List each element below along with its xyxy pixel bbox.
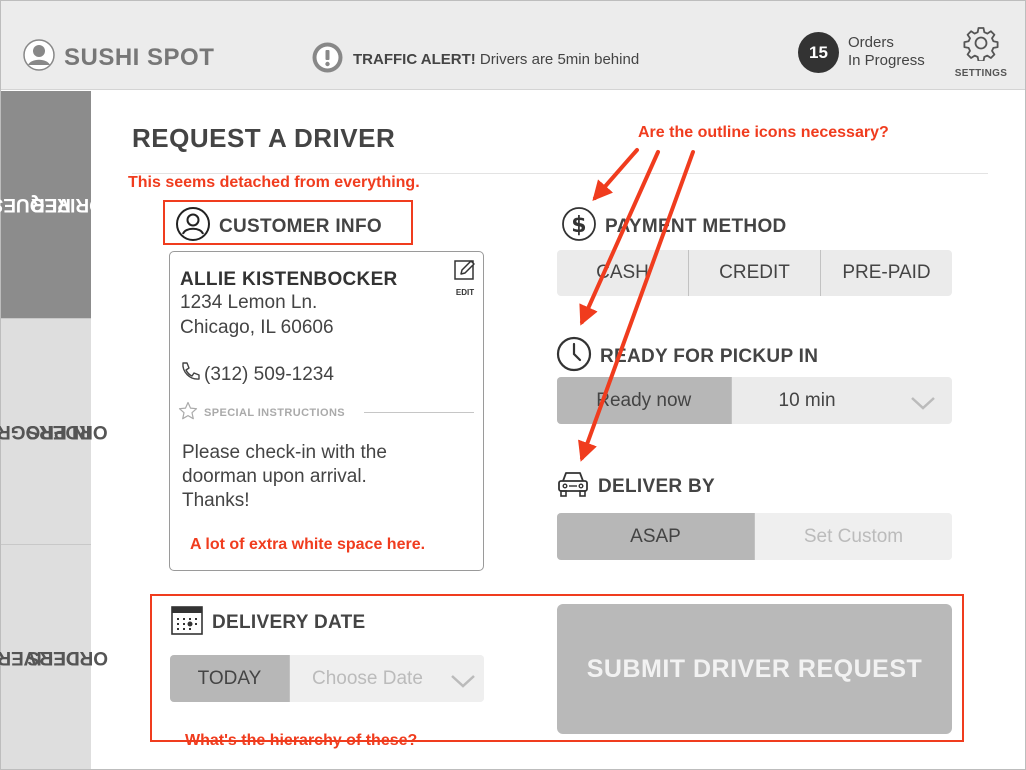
deliver-by-heading: DELIVER BY [556,468,715,506]
brand: SUSHI SPOT [23,39,214,76]
sidebar-nav: REQUESTDRIVER IN PROGRESSORDERS DELIVERE… [0,91,108,769]
annotation-detached: This seems detached from everything. [128,174,420,191]
header-bar: SUSHI SPOT TRAFFIC ALERT! Drivers are 5m… [1,1,1025,90]
orders-in-progress-label[interactable]: Orders In Progress [848,34,925,70]
annotation-hierarchy: What's the hierarchy of these? [185,732,418,749]
alert-message: Drivers are 5min behind [475,51,640,68]
pickup-time-dropdown[interactable]: 10 min [730,377,953,424]
brand-name: SUSHI SPOT [64,43,215,71]
payment-option-prepaid[interactable]: PRE-PAID [820,250,952,296]
pickup-ready-now-option[interactable]: Ready now [557,377,731,424]
gear-icon [963,27,999,65]
payment-method-heading: $ PAYMENT METHOD [561,206,787,248]
dollar-outline-icon: $ [561,206,597,248]
svg-text:$: $ [571,213,587,238]
payment-option-credit[interactable]: CREDIT [688,250,820,296]
star-outline-icon [178,401,198,424]
car-outline-icon [556,468,590,506]
edit-pencil-icon [453,260,477,286]
deliver-by-selector: ASAP Set Custom [557,513,952,560]
settings-label: SETTINGS [954,68,1008,79]
sidebar-item-in-progress-orders[interactable]: IN PROGRESSORDERS [0,319,108,545]
edit-customer-button[interactable]: EDIT [452,258,478,297]
traffic-alert: TRAFFIC ALERT! Drivers are 5min behind [311,41,639,78]
clock-outline-icon [556,336,592,378]
deliver-by-custom-option[interactable]: Set Custom [754,513,952,560]
annotation-box-customer-info [163,200,413,245]
special-instructions-text: Please check-in with the doorman upon ar… [182,442,387,511]
customer-name: ALLIE KISTENBOCKER [180,269,398,290]
special-instructions-label: SPECIAL INSTRUCTIONS [178,401,345,424]
sidebar-item-delivered-orders[interactable]: DELIVEREDORDERS [0,545,108,769]
customer-phone: (312) 509-1234 [178,360,334,390]
payment-option-cash[interactable]: CASH [557,250,688,296]
edit-label: EDIT [455,288,475,297]
annotation-whitespace: A lot of extra white space here. [190,536,426,553]
user-avatar-icon [23,39,55,76]
orders-count-badge[interactable]: 15 [798,32,839,73]
deliver-by-asap-option[interactable]: ASAP [557,513,754,560]
alert-title: TRAFFIC ALERT! [353,51,476,68]
special-instructions-divider [364,412,474,413]
settings-button[interactable]: SETTINGS [953,25,1009,79]
annotation-box-bottom-actions [150,594,964,742]
annotation-icons-question: Are the outline icons necessary? [638,124,889,141]
sidebar-item-request-driver[interactable]: REQUESTDRIVER [0,91,103,319]
payment-method-selector: CASH CREDIT PRE-PAID [557,250,952,296]
customer-address-line1: 1234 Lemon Ln. [180,292,318,313]
alert-icon [311,41,344,78]
phone-icon [178,360,202,390]
chevron-down-icon [910,394,936,416]
customer-card: ALLIE KISTENBOCKER 1234 Lemon Ln. Chicag… [169,251,484,571]
customer-address-line2: Chicago, IL 60606 [180,317,334,338]
page-title: REQUEST A DRIVER [132,123,396,153]
ready-for-pickup-heading: READY FOR PICKUP IN [556,336,818,378]
pickup-time-selector: Ready now 10 min [557,377,952,424]
